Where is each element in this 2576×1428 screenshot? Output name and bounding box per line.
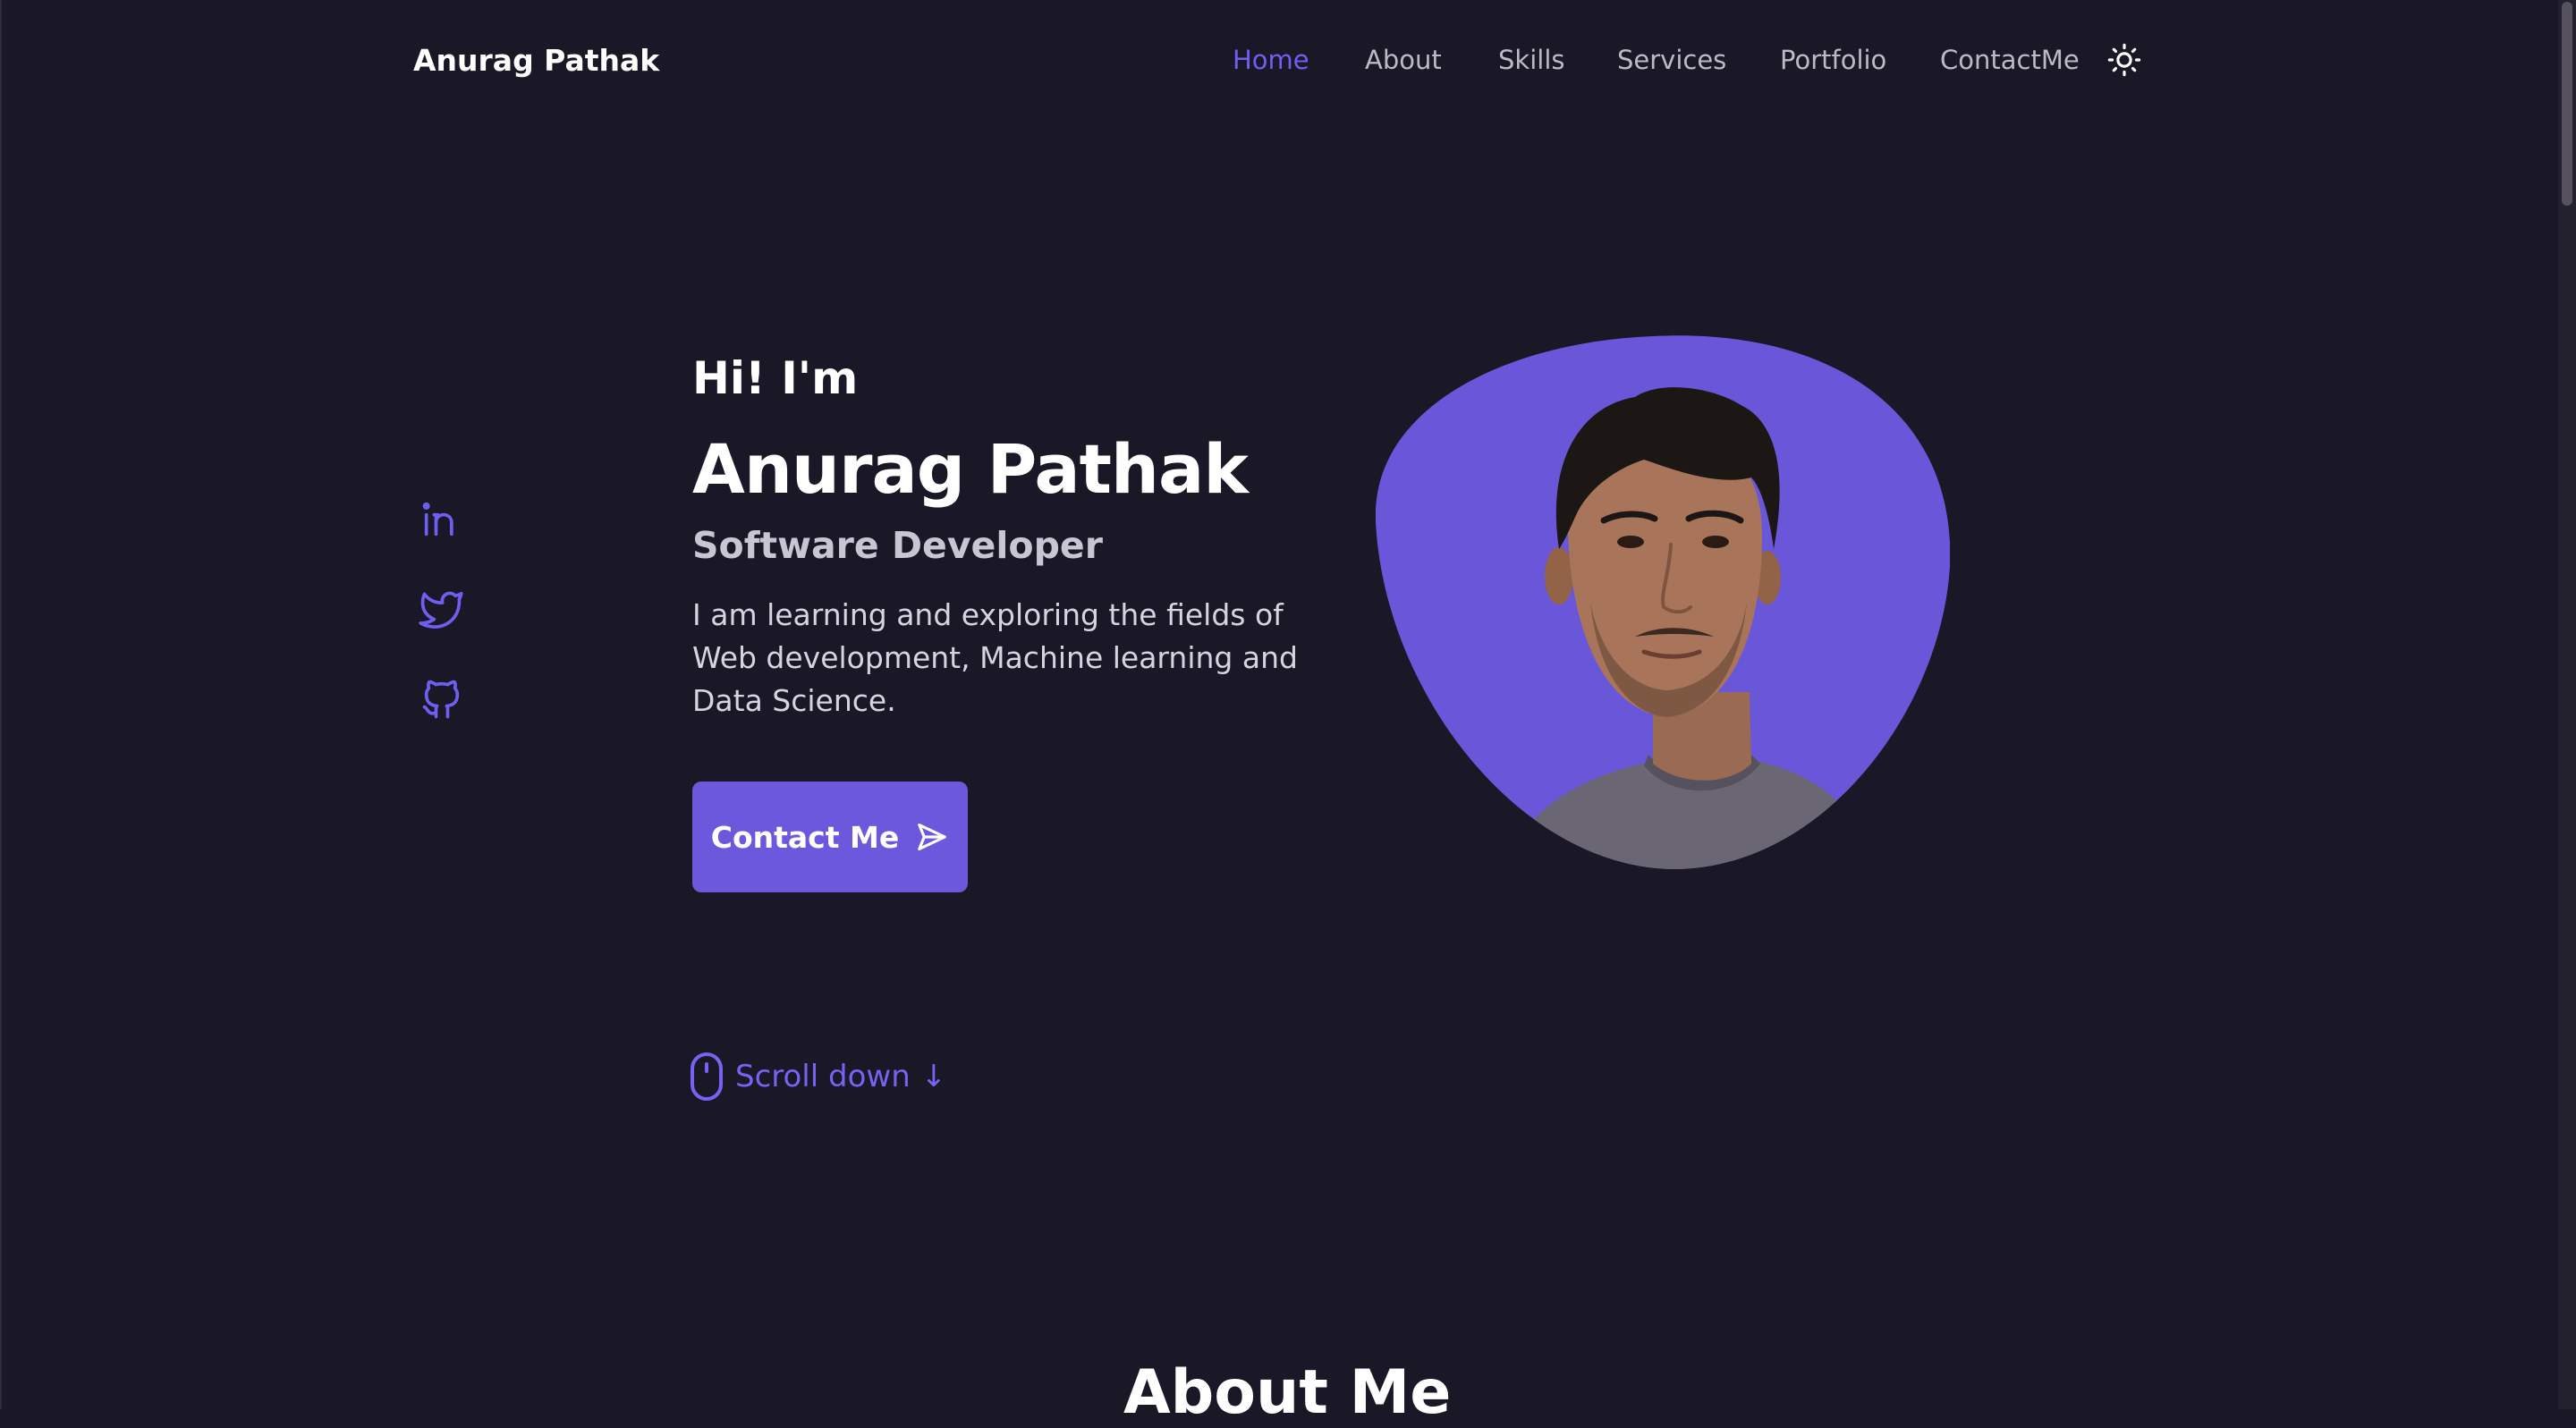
scrollbar-thumb[interactable] [2562, 2, 2572, 206]
mouse-icon [691, 1052, 723, 1101]
nav-link-about[interactable]: About [1365, 45, 1442, 75]
about-section-title: About Me [1123, 1357, 1452, 1428]
scrollbar-track[interactable] [2558, 0, 2576, 1409]
nav-link-skills[interactable]: Skills [1498, 45, 1564, 75]
nav-link-home[interactable]: Home [1233, 45, 1309, 75]
twitter-link[interactable] [419, 585, 465, 631]
window-edge [0, 0, 2, 1409]
brand-logo[interactable]: Anurag Pathak [413, 43, 659, 78]
nav-link-services[interactable]: Services [1617, 45, 1726, 75]
nav-link-portfolio[interactable]: Portfolio [1780, 45, 1886, 75]
nav-link-contactme[interactable]: ContactMe [1940, 45, 2080, 75]
hero-description: I am learning and exploring the fields o… [692, 597, 1298, 718]
github-link[interactable] [419, 676, 465, 722]
hero-name: Anurag Pathak [692, 429, 1249, 509]
sun-icon [2107, 43, 2141, 77]
scroll-down-button[interactable]: Scroll down ↓ [689, 1052, 946, 1102]
arrow-down-icon: ↓ [920, 1059, 947, 1094]
send-icon [918, 823, 947, 851]
scroll-down-label: Scroll down [735, 1059, 911, 1094]
hero-role: Software Developer [692, 524, 1103, 567]
contact-me-label: Contact Me [710, 819, 900, 855]
linkedin-link[interactable] [419, 495, 465, 542]
github-icon [422, 680, 460, 719]
twitter-icon [419, 591, 463, 629]
hero-greeting: Hi! I'm [692, 352, 859, 404]
profile-photo [1376, 335, 1950, 870]
theme-toggle-button[interactable] [2107, 43, 2141, 77]
contact-me-button[interactable]: Contact Me [692, 782, 968, 892]
linkedin-icon [422, 502, 453, 537]
